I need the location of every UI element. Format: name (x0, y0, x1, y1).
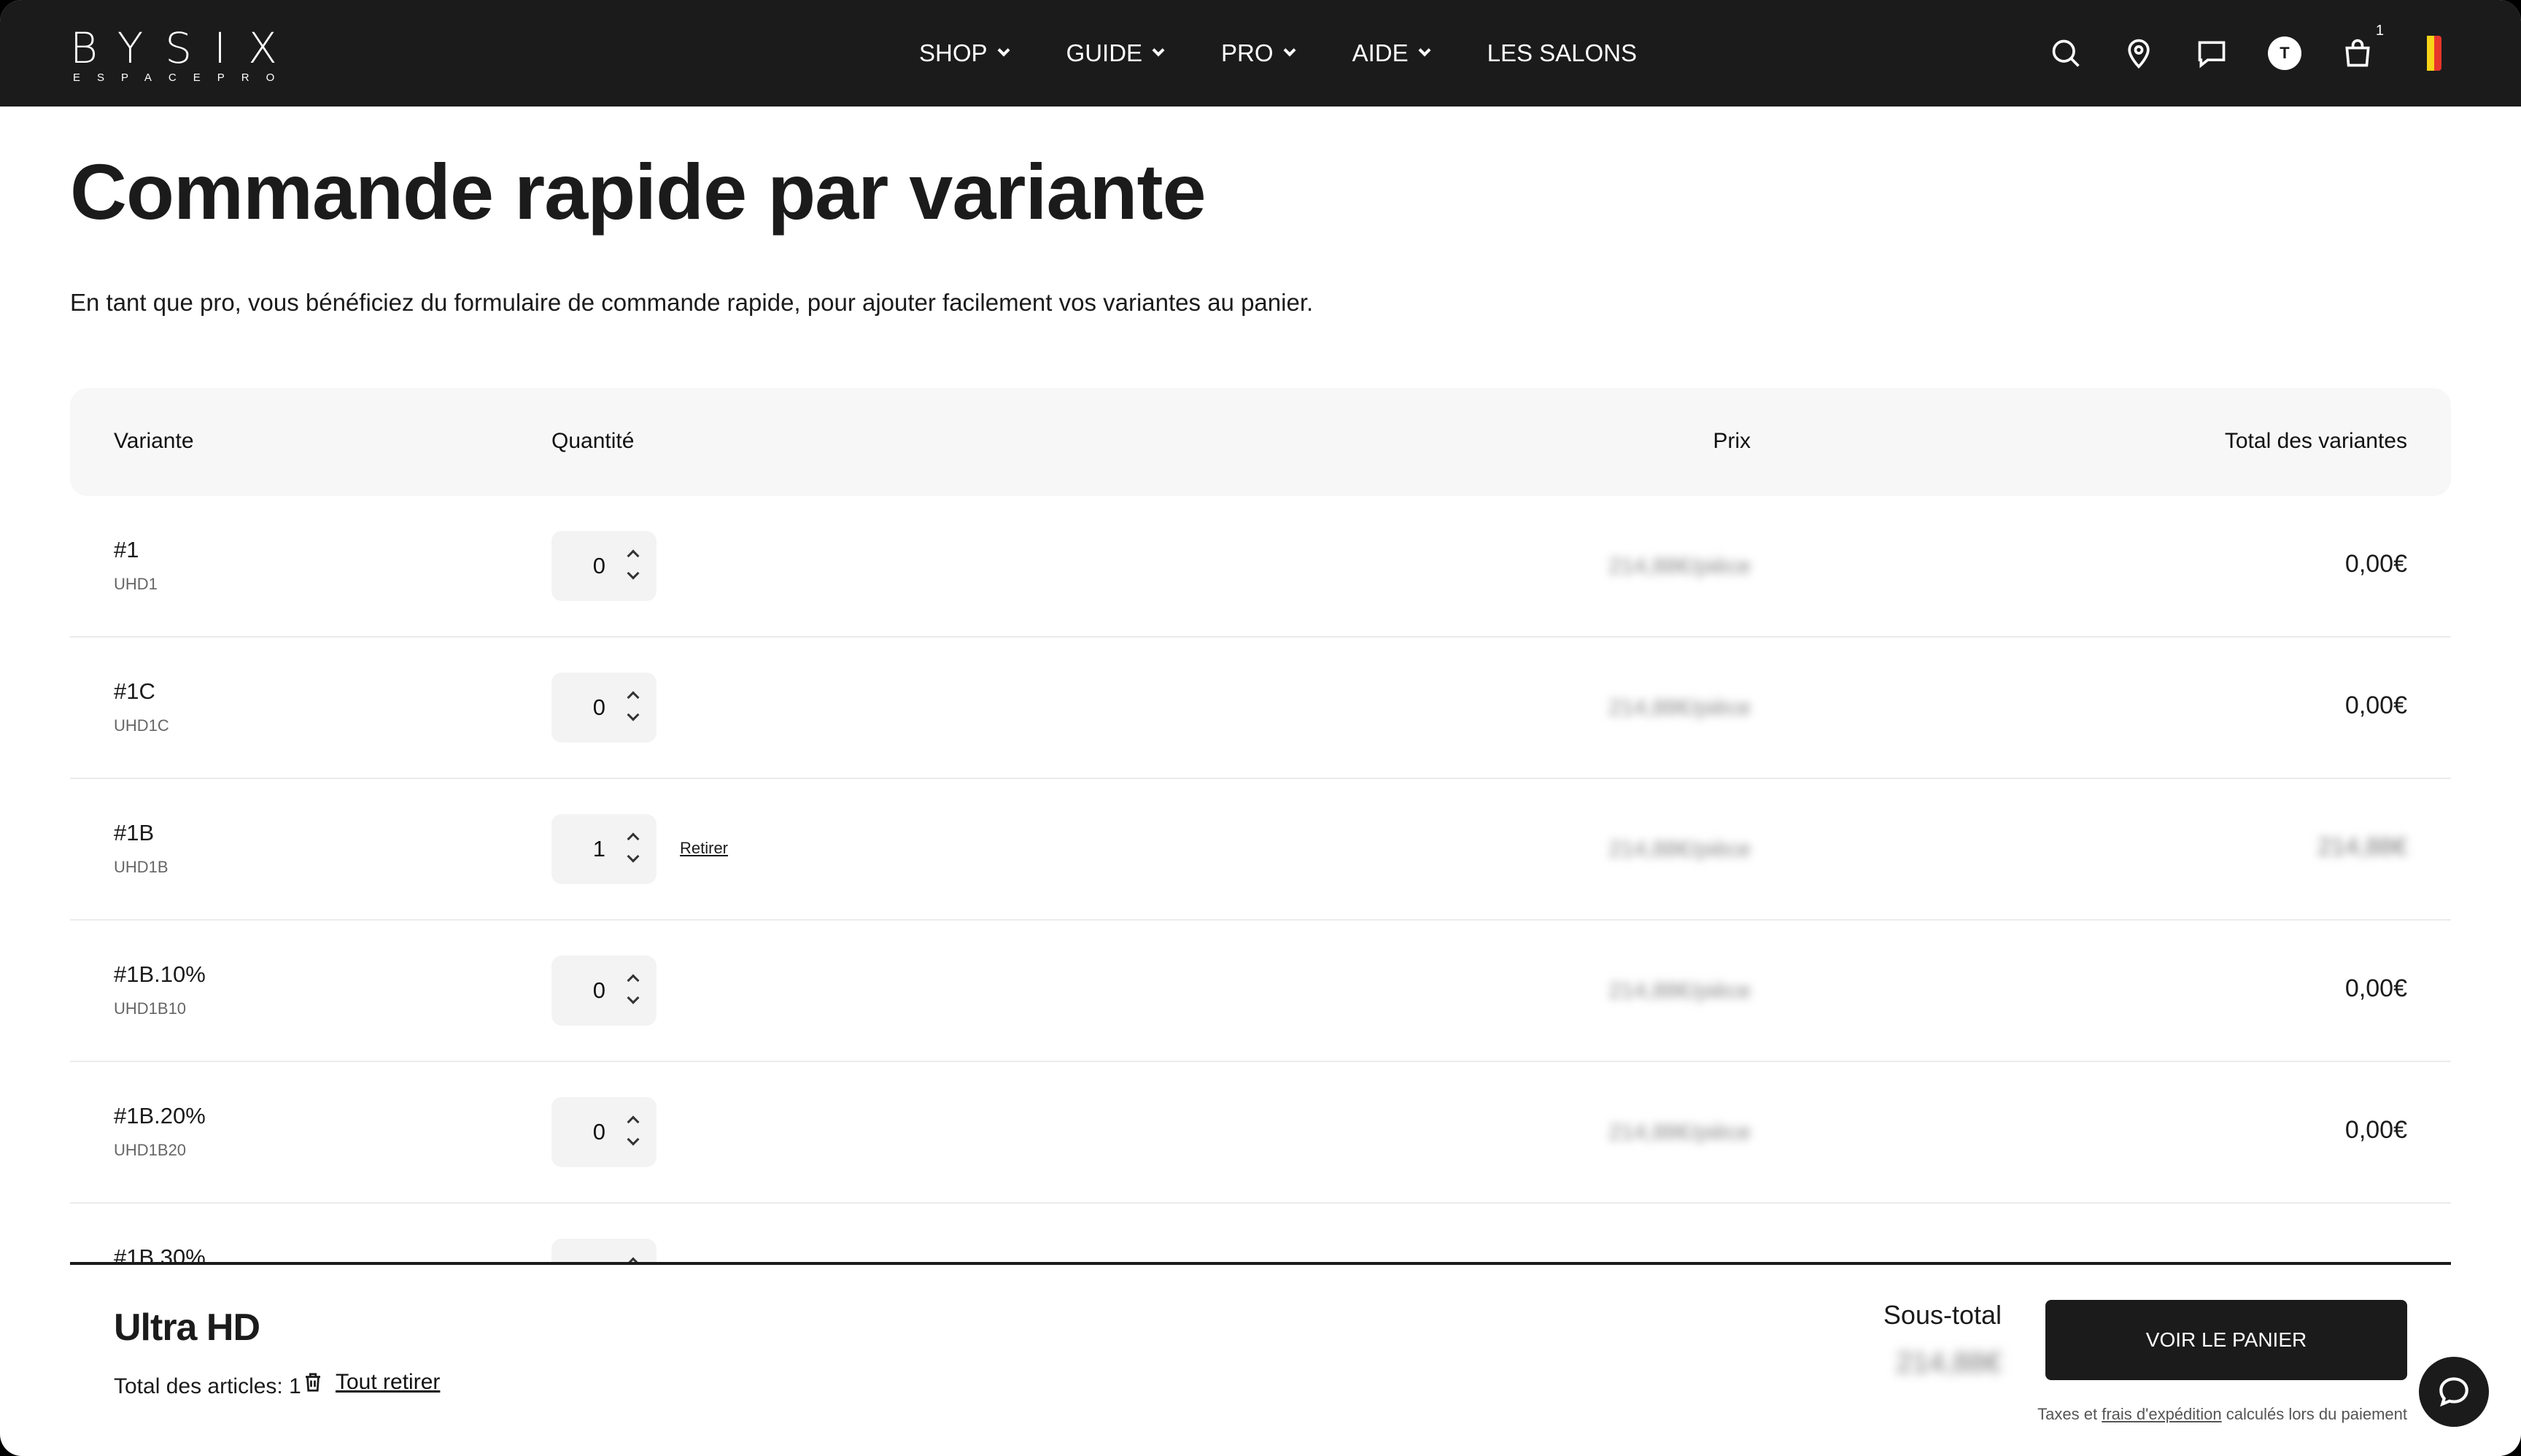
chat-widget-button[interactable] (2419, 1357, 2489, 1427)
chat-icon[interactable] (2191, 33, 2232, 74)
product-title: Ultra HD (114, 1306, 260, 1349)
variant-name: #1 (114, 537, 139, 562)
quantity-value: 1 (592, 836, 605, 861)
table-row: #1C UHD1C 0 214,88€/pièce 0,00€ (70, 638, 2451, 779)
quantity-value: 0 (592, 694, 605, 720)
shipping-fees-link[interactable]: frais d'expédition (2102, 1405, 2221, 1423)
quantity-stepper[interactable]: 0 (551, 531, 657, 601)
nav-aide[interactable]: AIDE (1352, 39, 1431, 67)
chevron-down-icon (1152, 44, 1165, 57)
table-row: #1B.20% UHD1B20 0 214,88€/pièce 0,00€ (70, 1062, 2451, 1204)
variant-sku: UHD1B20 (114, 1141, 187, 1159)
cart-count-badge: 1 (2375, 23, 2384, 39)
nav-les-salons-label: LES SALONS (1487, 39, 1638, 66)
quantity-value: 0 (592, 553, 605, 578)
tax-note: Taxes et frais d'expédition calculés lor… (2037, 1405, 2407, 1424)
location-icon[interactable] (2118, 33, 2159, 74)
chevron-down-icon (1418, 44, 1431, 57)
variant-total: 0,00€ (2344, 975, 2407, 1002)
header-quantity: Quantité (551, 429, 635, 453)
variant-sku: UHD1B10 (114, 999, 187, 1018)
unit-price: 214,88€/pièce (1608, 977, 1751, 1003)
increment-icon[interactable] (627, 832, 640, 845)
nav-guide[interactable]: GUIDE (1066, 39, 1165, 67)
variant-name: #1B.10% (114, 961, 206, 987)
variant-total: 0,00€ (2344, 1116, 2407, 1144)
logo[interactable]: BYSIX ESPACEPRO (70, 26, 299, 84)
variant-total: 0,00€ (2344, 692, 2407, 719)
quantity-stepper[interactable]: 0 (551, 673, 657, 743)
chat-bubble-icon (2439, 1377, 2468, 1407)
increment-icon[interactable] (627, 691, 640, 704)
chevron-down-icon (997, 44, 1010, 57)
page-intro: En tant que pro, vous bénéficiez du form… (70, 289, 1314, 316)
nav-aide-label: AIDE (1352, 39, 1409, 66)
view-cart-button[interactable]: VOIR LE PANIER (2045, 1300, 2407, 1380)
quantity-value: 0 (592, 1119, 605, 1145)
variant-name: #1C (114, 678, 155, 704)
variant-total: 214,88€ (2317, 833, 2407, 861)
variant-total: 0,00€ (2344, 550, 2407, 578)
trash-icon (306, 1373, 320, 1392)
variant-name: #1B.20% (114, 1103, 206, 1128)
page-title: Commande rapide par variante (70, 147, 1207, 236)
nav-guide-label: GUIDE (1066, 39, 1143, 66)
variant-sku: UHD1 (114, 575, 158, 593)
remove-all-label: Tout retirer (336, 1370, 441, 1394)
unit-price: 214,88€/pièce (1608, 553, 1751, 578)
quantity-value: 0 (592, 977, 605, 1003)
unit-price: 214,88€/pièce (1608, 836, 1751, 861)
order-summary-bar: Ultra HD Total des articles: 1 Tout reti… (70, 1262, 2451, 1456)
items-total: Total des articles: 1 (114, 1374, 301, 1398)
decrement-icon[interactable] (627, 991, 640, 1004)
tax-prefix: Taxes et (2037, 1405, 2102, 1423)
remove-variant-link[interactable]: Retirer (680, 839, 728, 858)
increment-icon[interactable] (627, 974, 640, 987)
cart-icon[interactable]: 1 (2337, 23, 2384, 74)
quantity-stepper[interactable]: 1 (551, 814, 657, 884)
nav-pro[interactable]: PRO (1221, 39, 1296, 67)
header-total: Total des variantes (2224, 429, 2407, 453)
site-header: BYSIX ESPACEPRO SHOP GUIDE PRO AIDE LES … (0, 0, 2521, 107)
decrement-icon[interactable] (627, 850, 640, 863)
variant-name: #1B (114, 820, 155, 845)
logo-sub: ESPACEPRO (73, 71, 292, 84)
nav-shop[interactable]: SHOP (919, 39, 1010, 67)
chevron-down-icon (1283, 44, 1296, 57)
quantity-stepper[interactable]: 0 (551, 956, 657, 1026)
header-price: Prix (1713, 429, 1751, 453)
nav-shop-label: SHOP (919, 39, 988, 66)
account-avatar[interactable]: T (2264, 33, 2305, 74)
unit-price: 214,88€/pièce (1608, 694, 1751, 720)
decrement-icon[interactable] (627, 1133, 640, 1146)
variant-sku: UHD1B (114, 858, 169, 876)
unit-price: 214,88€/pièce (1608, 1119, 1751, 1145)
variant-sku: UHD1C (114, 716, 169, 735)
quantity-stepper[interactable]: 0 (551, 1097, 657, 1167)
variant-table: #1 UHD1 0 214,88€/pièce 0,00€ #1C UHD1C … (70, 496, 2451, 1345)
header-variant: Variante (114, 429, 194, 453)
nav-les-salons[interactable]: LES SALONS (1487, 39, 1637, 67)
page-frame: BYSIX ESPACEPRO SHOP GUIDE PRO AIDE LES … (0, 0, 2521, 1456)
avatar-initial: T (2268, 36, 2301, 70)
table-row: #1B.10% UHD1B10 0 214,88€/pièce 0,00€ (70, 921, 2451, 1062)
main-nav: SHOP GUIDE PRO AIDE LES SALONS (919, 0, 1695, 107)
table-row: #1 UHD1 0 214,88€/pièce 0,00€ (70, 496, 2451, 638)
table-header: Variante Quantité Prix Total des variant… (70, 388, 2451, 496)
search-icon[interactable] (2045, 33, 2086, 74)
nav-pro-label: PRO (1221, 39, 1274, 66)
remove-all-button[interactable]: Tout retirer (302, 1370, 440, 1395)
increment-icon[interactable] (627, 1115, 640, 1128)
subtotal-label: Sous-total (1883, 1300, 2002, 1330)
increment-icon[interactable] (627, 549, 640, 562)
logo-main: BYSIX (70, 23, 299, 73)
decrement-icon[interactable] (627, 708, 640, 721)
header-icons: T 1 (2013, 0, 2451, 107)
flag-belgium (2420, 36, 2441, 71)
subtotal-value: 214,88€ (1896, 1347, 2002, 1379)
flag-icon[interactable] (2410, 33, 2451, 74)
decrement-icon[interactable] (627, 567, 640, 580)
table-row: #1B UHD1B 1 Retirer 214,88€/pièce 214,88… (70, 779, 2451, 921)
tax-suffix: calculés lors du paiement (2221, 1405, 2407, 1423)
